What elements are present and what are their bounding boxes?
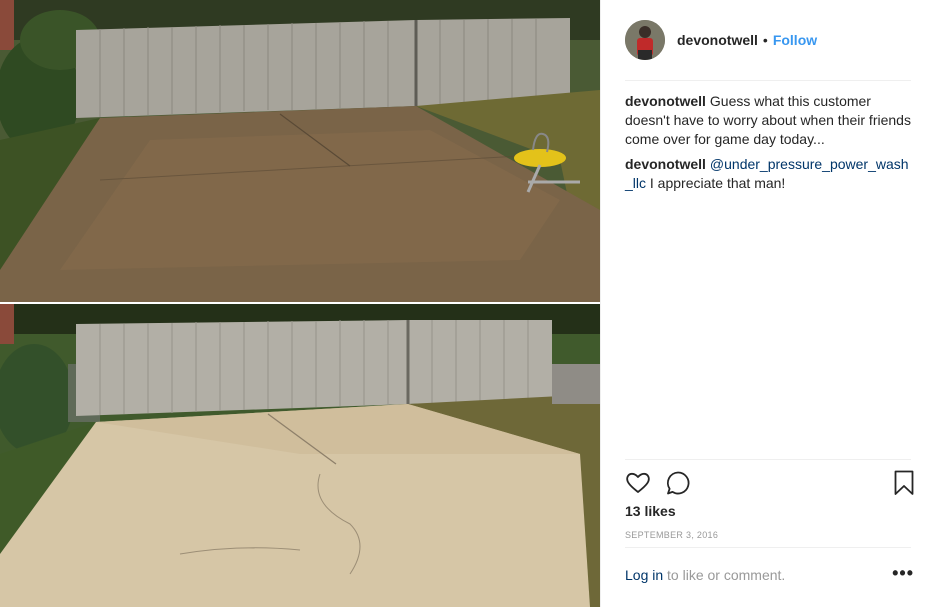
instagram-post: devonotwell • Follow devonotwell Guess wh… — [0, 0, 939, 607]
caption: devonotwell Guess what this customer does… — [625, 92, 913, 149]
bookmark-icon[interactable] — [894, 470, 914, 501]
after-photo — [0, 304, 600, 607]
actions-divider — [625, 459, 911, 460]
comment-username[interactable]: devonotwell — [625, 156, 706, 172]
comments-list: devonotwell Guess what this customer does… — [625, 92, 913, 199]
avatar[interactable] — [625, 20, 665, 60]
heart-icon[interactable] — [625, 470, 651, 496]
post-sidebar: devonotwell • Follow devonotwell Guess wh… — [600, 0, 939, 607]
post-header: devonotwell • Follow — [601, 0, 939, 80]
comment-username[interactable]: devonotwell — [625, 93, 706, 109]
comment-text: I appreciate that man! — [646, 175, 786, 191]
header-divider — [625, 80, 911, 81]
post-username[interactable]: devonotwell — [677, 32, 758, 48]
follow-button[interactable]: Follow — [773, 32, 817, 48]
comment: devonotwell @under_pressure_power_wash_ll… — [625, 155, 913, 193]
post-photo[interactable] — [0, 0, 600, 607]
login-suffix: to like or comment. — [663, 567, 786, 583]
footer-divider — [625, 547, 911, 548]
login-prompt: Log in to like or comment. ••• — [625, 563, 914, 583]
before-photo — [0, 0, 600, 302]
post-date: SEPTEMBER 3, 2016 — [625, 530, 719, 540]
login-link[interactable]: Log in — [625, 567, 663, 583]
comment-icon[interactable] — [665, 470, 691, 496]
action-bar — [625, 466, 914, 500]
likes-count[interactable]: 13 likes — [625, 503, 676, 519]
separator-dot: • — [762, 32, 768, 48]
more-options-icon[interactable]: ••• — [892, 563, 914, 584]
